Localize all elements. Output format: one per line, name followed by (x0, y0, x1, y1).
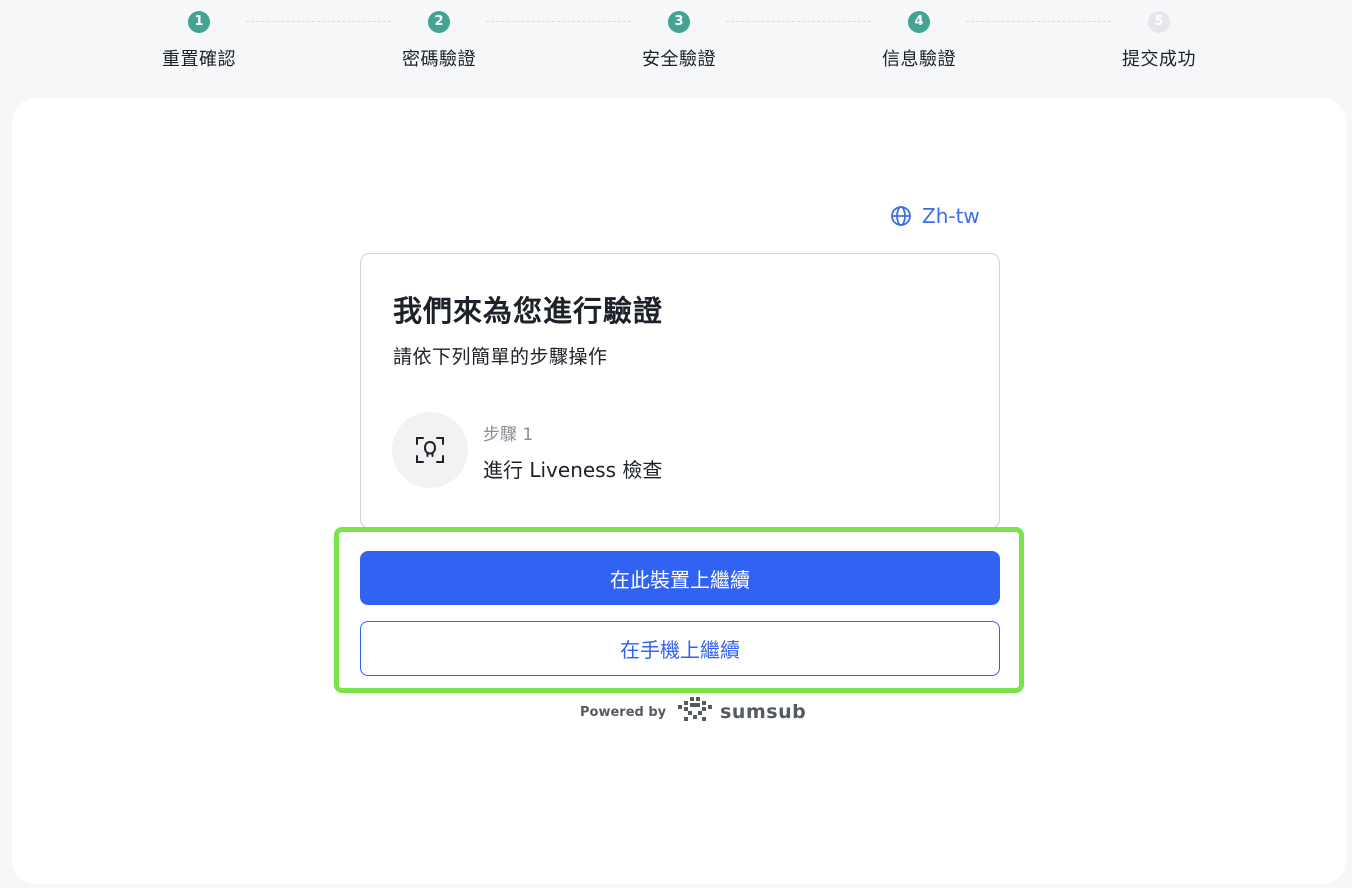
step-3: 3 安全驗證 (599, 11, 759, 71)
step-5: 5 提交成功 (1079, 11, 1239, 71)
sumsub-brand-text: sumsub (720, 701, 807, 723)
language-label: Zh-tw (922, 204, 980, 228)
continue-on-device-button[interactable]: 在此裝置上繼續 (360, 551, 1000, 605)
step-1-number: 1 (188, 11, 210, 33)
step-2: 2 密碼驗證 (359, 11, 519, 71)
card-title: 我們來為您進行驗證 (393, 294, 664, 328)
card-subtitle: 請依下列簡單的步驟操作 (393, 346, 608, 368)
language-selector[interactable]: Zh-tw (890, 204, 980, 228)
step-3-label: 安全驗證 (642, 49, 716, 70)
step-5-label: 提交成功 (1122, 49, 1196, 70)
step-4-label: 信息驗證 (882, 49, 956, 70)
sumsub-mark-icon (678, 697, 714, 727)
step-2-label: 密碼驗證 (402, 49, 476, 70)
step-4: 4 信息驗證 (839, 11, 999, 71)
powered-by-text: Powered by (580, 704, 667, 720)
step-1: 1 重置確認 (119, 11, 279, 71)
step-2-number: 2 (428, 11, 450, 33)
step-title: 進行 Liveness 檢查 (483, 458, 663, 482)
globe-icon (890, 205, 912, 227)
verification-card: 我們來為您進行驗證 請依下列簡單的步驟操作 步驟 1 進行 Liveness 檢… (360, 253, 1000, 529)
step-1-label: 重置確認 (162, 49, 236, 70)
step-4-number: 4 (908, 11, 930, 33)
step-3-number: 3 (668, 11, 690, 33)
step-5-number: 5 (1148, 11, 1170, 33)
continue-on-phone-button[interactable]: 在手機上繼續 (360, 621, 1000, 676)
step-number-label: 步驟 1 (483, 425, 534, 445)
progress-stepper: 1 重置確認 2 密碼驗證 3 安全驗證 4 信息驗證 5 提交成功 (0, 0, 1352, 90)
sumsub-logo: sumsub (678, 697, 806, 727)
face-scan-icon (392, 412, 468, 488)
powered-by-footer: Powered by sumsub (580, 697, 806, 727)
